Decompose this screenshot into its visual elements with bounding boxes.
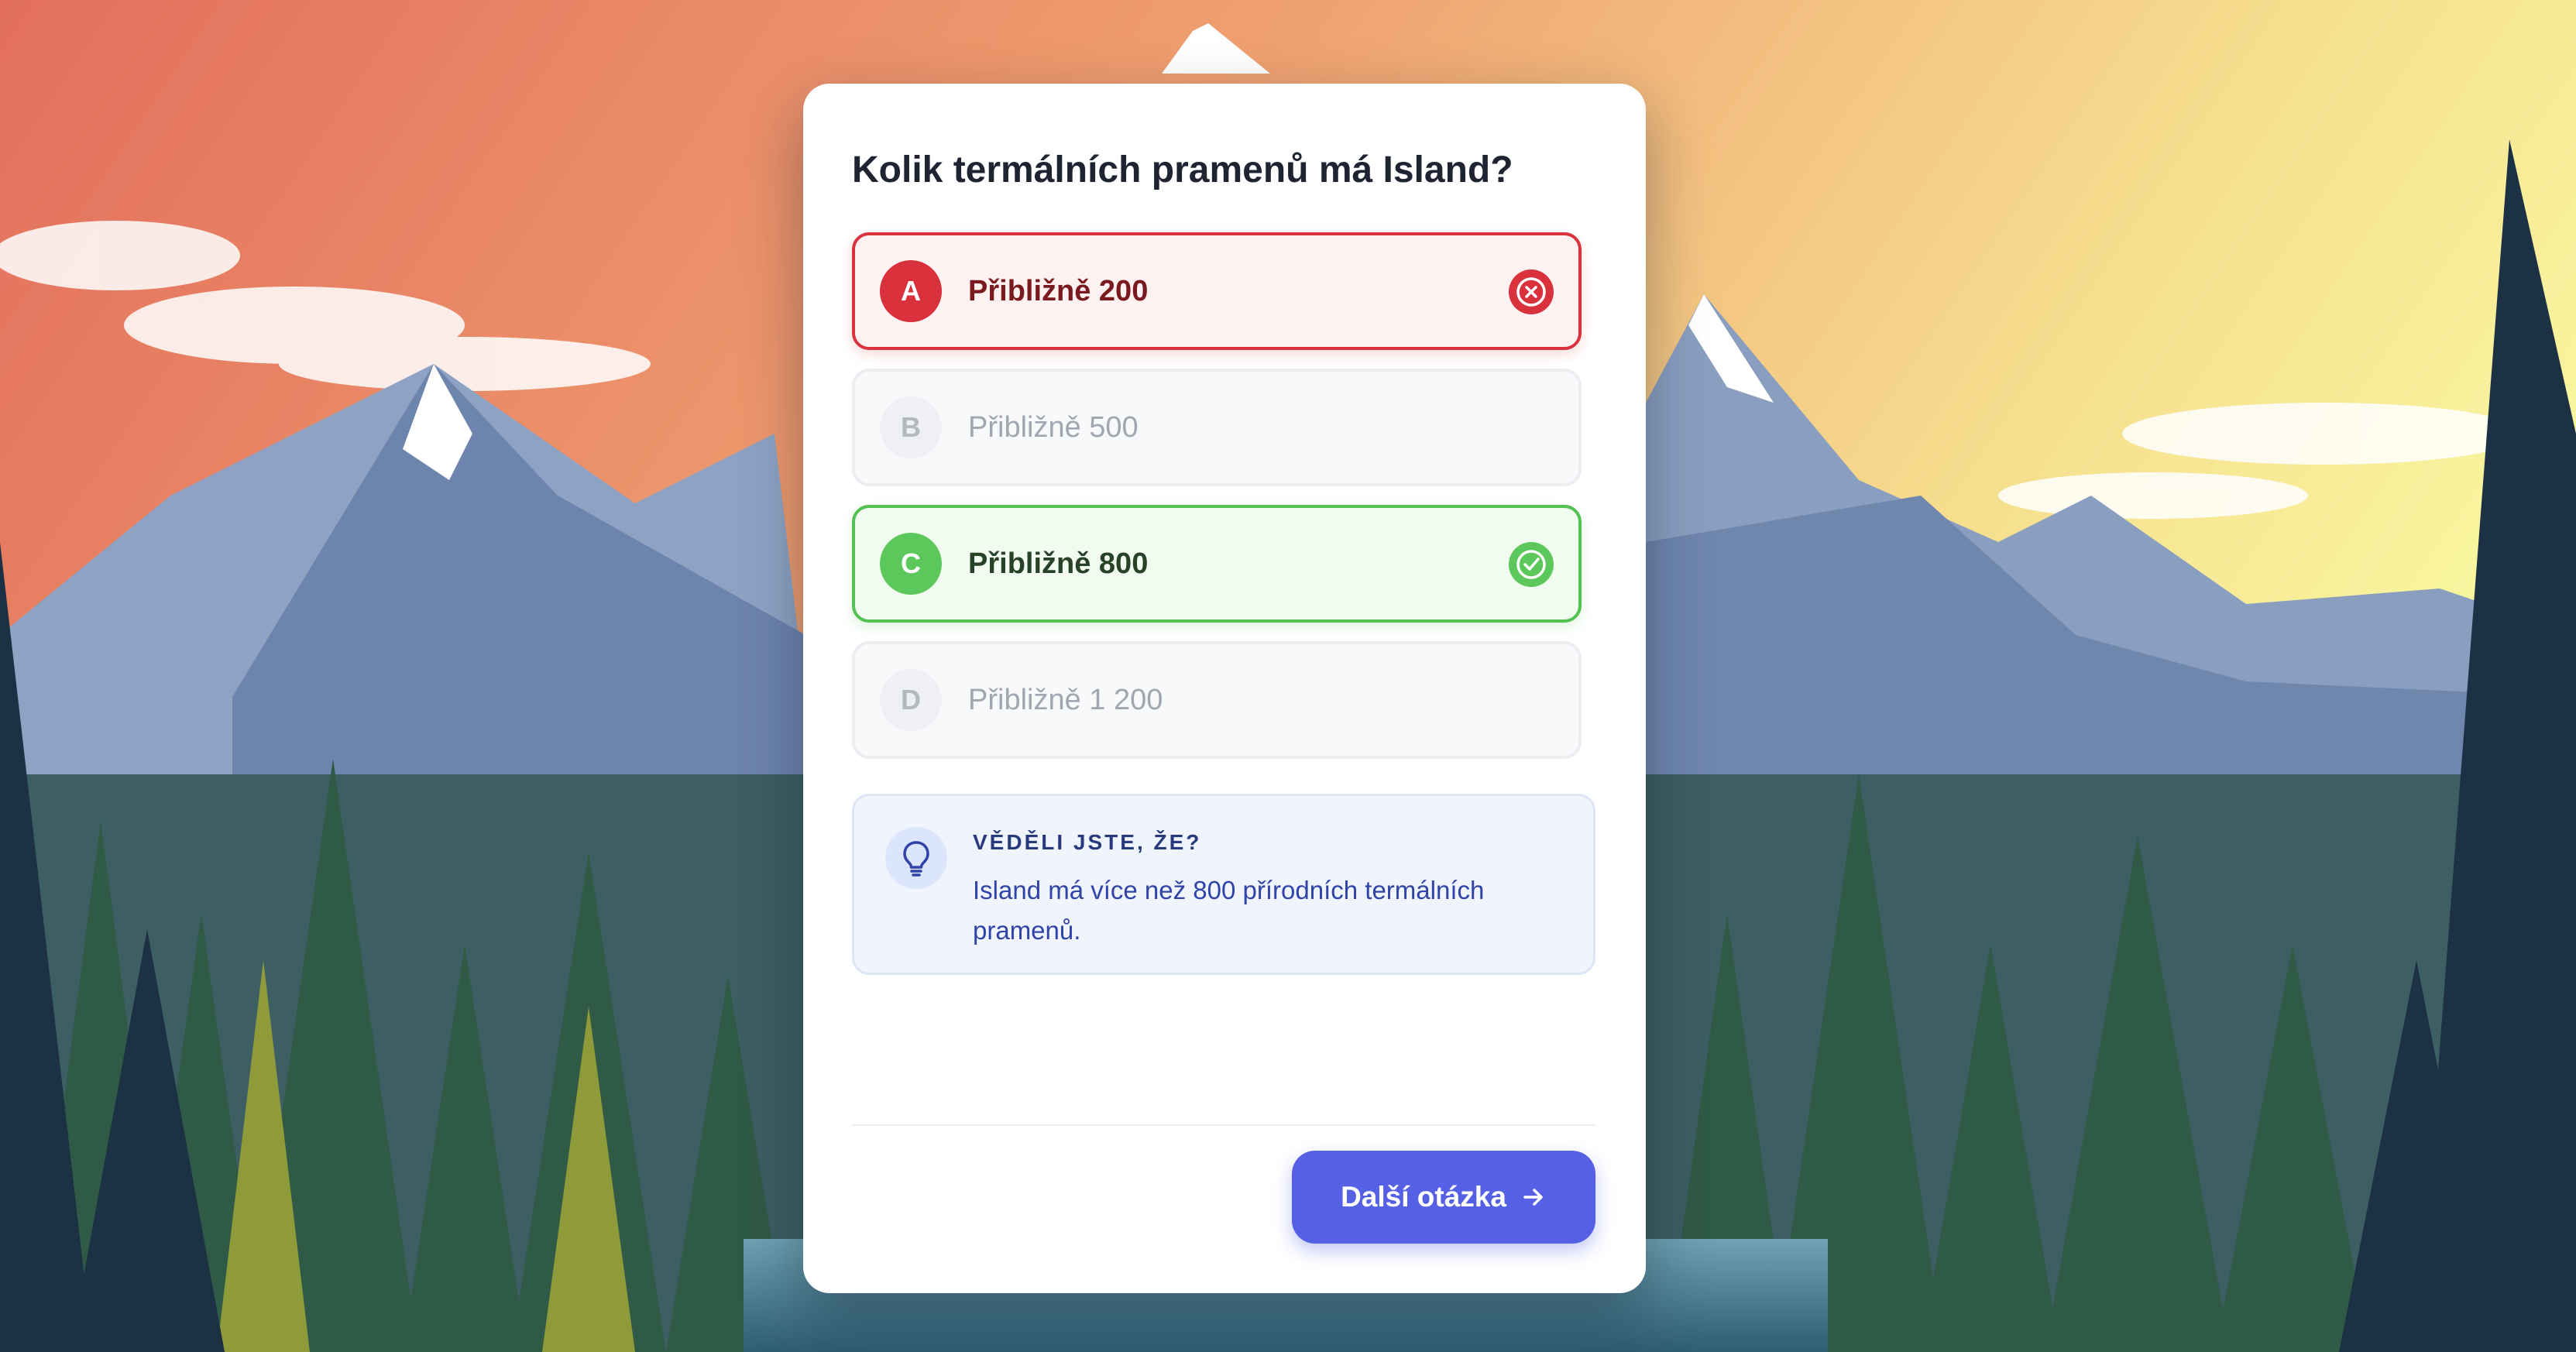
answer-option-b[interactable]: B Přibližně 500	[852, 369, 1582, 486]
option-label: Přibližně 800	[968, 547, 1149, 580]
arrow-right-icon	[1523, 1189, 1543, 1206]
next-question-button[interactable]: Další otázka	[1292, 1151, 1595, 1244]
lightbulb-icon	[885, 827, 947, 889]
next-question-label: Další otázka	[1341, 1181, 1506, 1213]
option-letter-badge: C	[880, 533, 942, 595]
answer-option-a[interactable]: A Přibližně 200	[852, 232, 1582, 350]
option-letter-badge: D	[880, 669, 942, 731]
fun-fact-box: VĚDĚLI JSTE, ŽE? Island má více než 800 …	[852, 794, 1595, 975]
option-label: Přibližně 500	[968, 411, 1139, 444]
correct-check-icon	[1509, 542, 1554, 587]
option-label: Přibližně 200	[968, 275, 1149, 307]
incorrect-x-icon	[1509, 269, 1554, 314]
answer-option-d[interactable]: D Přibližně 1 200	[852, 641, 1582, 759]
question-title: Kolik termálních pramenů má Island?	[852, 149, 1513, 190]
option-label: Přibližně 1 200	[968, 684, 1163, 716]
fun-fact-title: VĚDĚLI JSTE, ŽE?	[973, 830, 1202, 854]
option-letter-badge: A	[880, 260, 942, 322]
quiz-card: Kolik termálních pramenů má Island? A Př…	[803, 84, 1646, 1293]
footer-divider	[852, 1124, 1595, 1126]
answer-option-c[interactable]: C Přibližně 800	[852, 505, 1582, 623]
fun-fact-text: Island má více než 800 přírodních termál…	[973, 876, 1485, 945]
option-letter-badge: B	[880, 396, 942, 458]
